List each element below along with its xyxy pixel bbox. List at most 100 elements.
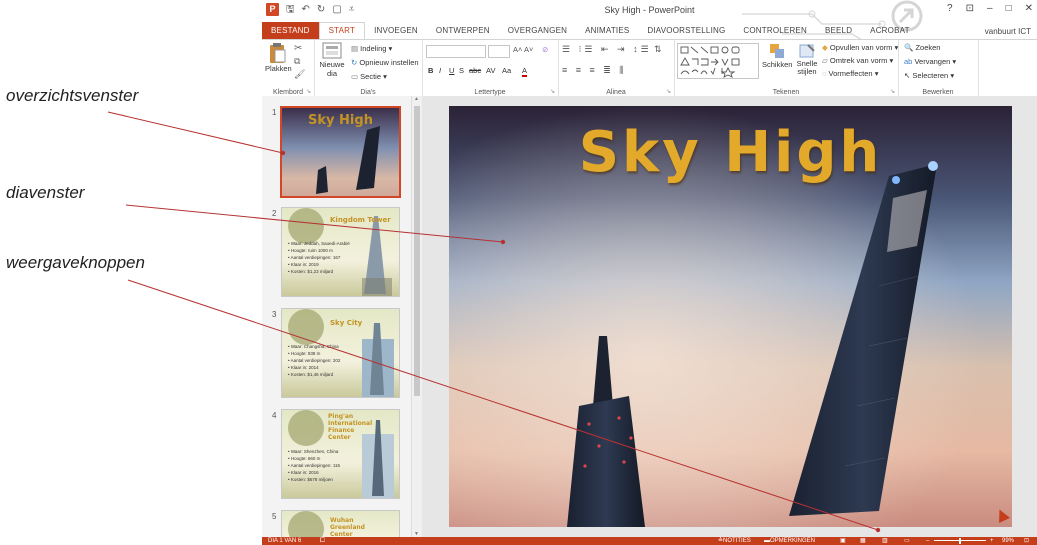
new-file-icon[interactable]: ▢ bbox=[332, 3, 341, 16]
tab-bestand[interactable]: BESTAND bbox=[262, 22, 319, 39]
select-button[interactable]: ↖ Selecteren ▾ bbox=[904, 71, 954, 80]
leader-line-overview bbox=[107, 111, 284, 154]
reset-button[interactable]: ↻ Opnieuw instellen bbox=[351, 58, 419, 67]
thumbnail-image: Sky High bbox=[280, 106, 401, 198]
slide-counter: DIA 1 VAN 6 bbox=[268, 538, 302, 544]
notes-button[interactable]: ≙ NOTITIES bbox=[718, 537, 751, 545]
arrange-label: Schikken bbox=[762, 60, 793, 69]
normal-view-icon[interactable]: ▣ bbox=[840, 537, 846, 545]
copy-icon[interactable]: ⧉ bbox=[294, 56, 300, 67]
font-size-box[interactable] bbox=[488, 45, 510, 58]
minimize-button[interactable]: – bbox=[987, 3, 993, 14]
help-button[interactable]: ? bbox=[947, 3, 953, 14]
zoom-in-icon[interactable]: + bbox=[990, 537, 994, 545]
text-direction-icon[interactable]: ⇅ bbox=[654, 44, 662, 55]
shadow-button[interactable]: S bbox=[459, 66, 464, 75]
font-color-button[interactable]: A bbox=[522, 66, 528, 77]
dialog-launcher-icon[interactable]: ↘ bbox=[550, 88, 555, 95]
overview-scrollbar[interactable]: ▲ ▼ bbox=[411, 96, 422, 537]
undo-icon[interactable]: ↶ bbox=[302, 3, 310, 16]
replace-button[interactable]: ab Vervangen ▾ bbox=[904, 57, 956, 66]
arrange-button[interactable]: Schikken bbox=[762, 42, 792, 69]
thumbnail-title: Ping'an International Finance Center bbox=[328, 413, 373, 441]
underline-button[interactable]: U bbox=[449, 66, 454, 75]
comments-button[interactable]: ▬ OPMERKINGEN bbox=[764, 537, 815, 545]
bold-button[interactable]: B bbox=[428, 66, 433, 75]
shape-effects-button[interactable]: ◌ Vormeffecten ▾ bbox=[822, 69, 878, 78]
close-button[interactable]: ✕ bbox=[1025, 3, 1033, 14]
ribbon-display-options-button[interactable]: ⊡ bbox=[966, 3, 974, 14]
slide-number: 4 bbox=[272, 411, 277, 420]
shape-outline-button[interactable]: ▱ Omtrek van vorm ▾ bbox=[822, 56, 893, 65]
scroll-up-icon[interactable]: ▲ bbox=[414, 96, 419, 102]
format-painter-icon[interactable]: 🖌 bbox=[294, 69, 305, 80]
find-button[interactable]: 🔍 Zoeken bbox=[904, 43, 940, 52]
customize-qat-icon[interactable]: ⩡ bbox=[349, 3, 355, 16]
binoculars-icon: 🔍 bbox=[904, 43, 916, 52]
group-tekenen: Schikken Snelle stijlen ◆ Opvullen van v… bbox=[674, 40, 899, 97]
slide-pane: Sky High bbox=[422, 96, 1037, 537]
tab-ontwerpen[interactable]: ONTWERPEN bbox=[427, 22, 499, 39]
tab-acrobat[interactable]: ACROBAT bbox=[861, 22, 918, 39]
slide-title[interactable]: Sky High bbox=[449, 120, 1012, 185]
clear-formatting-icon[interactable]: ⊘ bbox=[542, 45, 548, 54]
group-dias: Nieuwe dia ▤ Indeling ▾ ↻ Opnieuw instel… bbox=[314, 40, 423, 97]
scrollbar-thumb[interactable] bbox=[414, 106, 420, 396]
new-slide-label: Nieuwe dia bbox=[319, 60, 345, 78]
replace-icon: ab bbox=[904, 57, 915, 66]
zoom-level[interactable]: 99% bbox=[1002, 537, 1014, 545]
new-slide-icon bbox=[322, 42, 342, 59]
ribbon-tabs: BESTAND START INVOEGEN ONTWERPEN OVERGAN… bbox=[262, 22, 1037, 39]
dialog-launcher-icon[interactable]: ↘ bbox=[306, 88, 311, 95]
zoom-out-icon[interactable]: – bbox=[926, 537, 929, 545]
slide-overview-pane: 1 Sky High 2 Kingdom Tower • Waar: Jedda… bbox=[262, 96, 422, 538]
tab-overgangen[interactable]: OVERGANGEN bbox=[499, 22, 576, 39]
font-grow-shrink-icon[interactable]: A˄ A˅ bbox=[513, 45, 533, 54]
thumbnail-image: Wuhan Greenland Center bbox=[281, 510, 400, 538]
slideshow-view-icon[interactable]: ▭ bbox=[904, 537, 910, 545]
slide-number: 3 bbox=[272, 310, 277, 319]
reading-view-icon[interactable]: ▥ bbox=[882, 537, 888, 545]
section-button[interactable]: ▭ Sectie ▾ bbox=[351, 72, 387, 81]
account-name[interactable]: vanbuurt ICT bbox=[985, 27, 1031, 36]
redo-icon[interactable]: ↻ bbox=[317, 3, 325, 16]
window-title: Sky High - PowerPoint bbox=[604, 5, 695, 15]
italic-button[interactable]: I bbox=[439, 66, 441, 75]
strikethrough-button[interactable]: abc bbox=[469, 66, 481, 75]
group-label-alinea: Alinea bbox=[606, 89, 626, 96]
tab-invoegen[interactable]: INVOEGEN bbox=[365, 22, 427, 39]
new-slide-button[interactable]: Nieuwe dia bbox=[318, 42, 346, 78]
tab-diavoorstelling[interactable]: DIAVOORSTELLING bbox=[638, 22, 734, 39]
quick-styles-button[interactable]: Snelle stijlen bbox=[794, 42, 820, 76]
spelling-icon[interactable]: ⧠ bbox=[320, 537, 325, 545]
dialog-launcher-icon[interactable]: ↘ bbox=[666, 88, 671, 95]
dialog-launcher-icon[interactable]: ↘ bbox=[890, 88, 895, 95]
char-spacing-button[interactable]: AV bbox=[486, 66, 495, 75]
tab-animaties[interactable]: ANIMATIES bbox=[576, 22, 638, 39]
alignment-icons[interactable]: ≡ ≡ ≡ ≣ ⫼ bbox=[562, 65, 626, 76]
current-slide[interactable]: Sky High bbox=[449, 106, 1012, 527]
slide-number: 1 bbox=[272, 108, 277, 117]
fit-to-window-icon[interactable]: ⊡ bbox=[1024, 537, 1029, 545]
font-name-box[interactable] bbox=[426, 45, 486, 58]
slide-number: 5 bbox=[272, 512, 277, 521]
thumbnail-bullets: • Waar: Jeddah, Saoedi-Arabië • Hoogte: … bbox=[288, 241, 350, 274]
save-icon[interactable]: 🖫 bbox=[286, 3, 295, 16]
slide-sorter-view-icon[interactable]: ▦ bbox=[860, 537, 866, 545]
callout-view-buttons: weergaveknoppen bbox=[6, 253, 145, 272]
maximize-button[interactable]: □ bbox=[1006, 3, 1012, 14]
paste-button[interactable]: Plakken bbox=[265, 42, 292, 73]
thumbnail-bullets: • Waar: Changsha, China • Hoogte: 838 m … bbox=[288, 344, 341, 377]
zoom-slider-handle[interactable] bbox=[959, 538, 961, 544]
shape-fill-button[interactable]: ◆ Opvullen van vorm ▾ bbox=[822, 43, 898, 52]
cut-icon[interactable]: ✂ bbox=[294, 43, 302, 54]
callout-overview-pane: overzichtsvenster bbox=[6, 86, 139, 105]
change-case-button[interactable]: Aa bbox=[502, 66, 511, 75]
tab-controleren[interactable]: CONTROLEREN bbox=[734, 22, 816, 39]
tab-beeld[interactable]: BEELD bbox=[816, 22, 861, 39]
shapes-gallery[interactable] bbox=[677, 43, 759, 79]
list-indent-icons[interactable]: ☰ ⁝☰ ⇤ ⇥ ↕☰ bbox=[562, 44, 652, 55]
tab-start[interactable]: START bbox=[318, 22, 366, 39]
thumbnail-image: Sky City • Waar: Changsha, China • Hoogt… bbox=[281, 308, 400, 398]
layout-button[interactable]: ▤ Indeling ▾ bbox=[351, 44, 392, 53]
